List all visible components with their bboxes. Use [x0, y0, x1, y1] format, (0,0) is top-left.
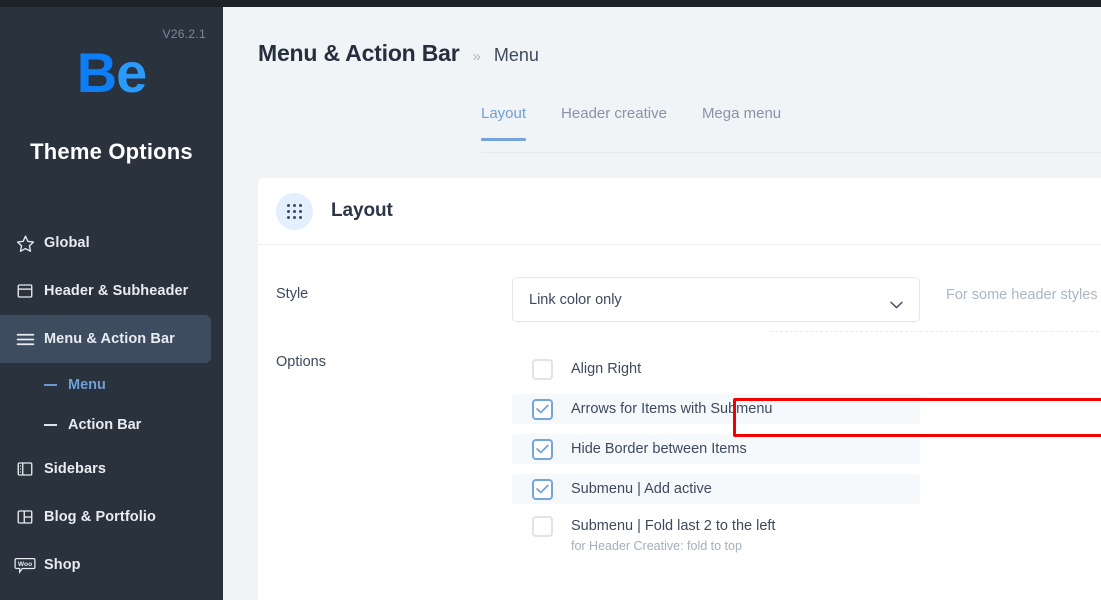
style-select[interactable]: Link color only: [512, 277, 920, 322]
breadcrumb-current: Menu: [493, 45, 539, 65]
sidebar-subitem-label: Menu: [68, 377, 106, 393]
chevron-down-icon: [890, 296, 903, 308]
header-divider: [481, 152, 1101, 153]
tab-mega-menu[interactable]: Mega menu: [702, 105, 781, 141]
option-text: Submenu | Add active: [571, 479, 712, 500]
sidebar-item-label: Menu & Action Bar: [44, 331, 175, 347]
sidebar-subitem-menu[interactable]: Menu: [0, 365, 223, 405]
options-row-label: Options: [276, 354, 326, 370]
checkbox-submenu-add-active[interactable]: [532, 478, 553, 500]
card-header: Layout: [258, 178, 1101, 245]
option-align-right[interactable]: Align Right: [512, 354, 920, 384]
option-label: Submenu | Add active: [571, 480, 712, 497]
option-text: Hide Border between Items: [571, 439, 747, 460]
dash-icon: [44, 384, 57, 386]
sidebar-subitem-action-bar[interactable]: Action Bar: [0, 405, 223, 445]
sidebar-item-pages[interactable]: Pages: [0, 589, 223, 600]
style-hint: For some header styles: [946, 287, 1098, 303]
sidebar-item-shop[interactable]: Woo Shop: [0, 541, 223, 589]
breadcrumb-separator-icon: »: [472, 48, 481, 65]
style-row-label: Style: [276, 286, 309, 302]
sidebar-nav: Global Header & Subheader Menu & Action …: [0, 219, 223, 600]
sidebar-item-label: Sidebars: [44, 461, 107, 477]
page-header: Menu & Action Bar » Menu Layout Header c…: [223, 7, 1101, 152]
version-label: V26.2.1: [162, 27, 206, 41]
section-divider: [770, 331, 1101, 332]
option-text: Arrows for Items with Submenu: [571, 399, 772, 420]
dash-icon: [44, 424, 57, 426]
header-layout-icon: [8, 279, 42, 303]
option-submenu-fold-last-2-to-the-left[interactable]: Submenu | Fold last 2 to the left for He…: [512, 514, 920, 558]
option-submenu-add-active[interactable]: Submenu | Add active: [512, 474, 920, 504]
sidebar: V26.2.1 Be Theme Options Global Header &…: [0, 7, 223, 600]
sidebar-item-label: Blog & Portfolio: [44, 509, 156, 525]
sidebar-item-label: Shop: [44, 557, 81, 573]
tab-header-creative[interactable]: Header creative: [561, 105, 667, 141]
be-logo: Be: [0, 45, 223, 101]
logo-letter-e: e: [116, 41, 147, 104]
option-text: Align Right: [571, 359, 641, 380]
options-field: Align Right Arrows for Items with Submen…: [512, 354, 1101, 568]
layout-card: Layout Style Link color only For some he…: [258, 178, 1101, 600]
sidebar-item-global[interactable]: Global: [0, 219, 223, 267]
dots-grid-glyph: [287, 203, 302, 219]
grid-layout-icon: [8, 505, 42, 529]
sidebar-subitem-label: Action Bar: [68, 417, 142, 433]
option-label: Hide Border between Items: [571, 440, 747, 457]
wp-admin-bar: [0, 0, 1101, 7]
style-row: Style Link color only For some header st…: [258, 245, 1101, 328]
card-title: Layout: [331, 200, 393, 221]
checkbox-align-right[interactable]: [532, 358, 553, 380]
tab-layout[interactable]: Layout: [481, 105, 527, 141]
style-select-value: Link color only: [529, 291, 622, 308]
page-title: Menu & Action Bar: [258, 40, 460, 66]
brand-title: Theme Options: [30, 139, 193, 164]
option-hide-border-between-items[interactable]: Hide Border between Items: [512, 434, 920, 464]
options-row: Options Align Right Arrows for Items wit…: [258, 328, 1101, 568]
breadcrumb: Menu & Action Bar » Menu: [258, 40, 539, 67]
star-icon: [8, 231, 42, 255]
app-root: V26.2.1 Be Theme Options Global Header &…: [0, 0, 1101, 600]
option-sublabel: for Header Creative: fold to top: [571, 539, 742, 553]
sidebar-item-header-subheader[interactable]: Header & Subheader: [0, 267, 223, 315]
sidebar-layout-icon: [8, 457, 42, 481]
tab-bar: Layout Header creative Mega menu: [481, 105, 816, 141]
option-text: Submenu | Fold last 2 to the left for He…: [571, 516, 775, 553]
checkbox-hide-border-between-items[interactable]: [532, 438, 553, 460]
checkbox-submenu-fold-last-2-to-the-left[interactable]: [532, 516, 553, 537]
style-field: Link color only For some header styles: [512, 277, 1101, 328]
sidebar-item-sidebars[interactable]: Sidebars: [0, 445, 223, 493]
hamburger-icon: [8, 327, 42, 351]
logo-letter-b: B: [76, 41, 117, 104]
main-content: Menu & Action Bar » Menu Layout Header c…: [223, 7, 1101, 600]
option-label: Align Right: [571, 360, 642, 377]
sidebar-item-blog-portfolio[interactable]: Blog & Portfolio: [0, 493, 223, 541]
option-arrows-for-items-with-submenu[interactable]: Arrows for Items with Submenu: [512, 394, 920, 424]
woo-icon: Woo: [8, 553, 42, 577]
option-label: Arrows for Items with Submenu: [571, 400, 773, 417]
checkbox-arrows-for-items-with-submenu[interactable]: [532, 398, 553, 420]
dots-grid-icon: [276, 192, 313, 230]
option-label: Submenu | Fold last 2 to the left: [571, 518, 776, 534]
sidebar-subnav: Menu Action Bar: [0, 363, 223, 445]
sidebar-item-menu-action-bar[interactable]: Menu & Action Bar: [0, 315, 211, 363]
svg-text:Woo: Woo: [18, 560, 32, 567]
sidebar-item-label: Header & Subheader: [44, 283, 189, 299]
sidebar-item-label: Global: [44, 235, 90, 251]
